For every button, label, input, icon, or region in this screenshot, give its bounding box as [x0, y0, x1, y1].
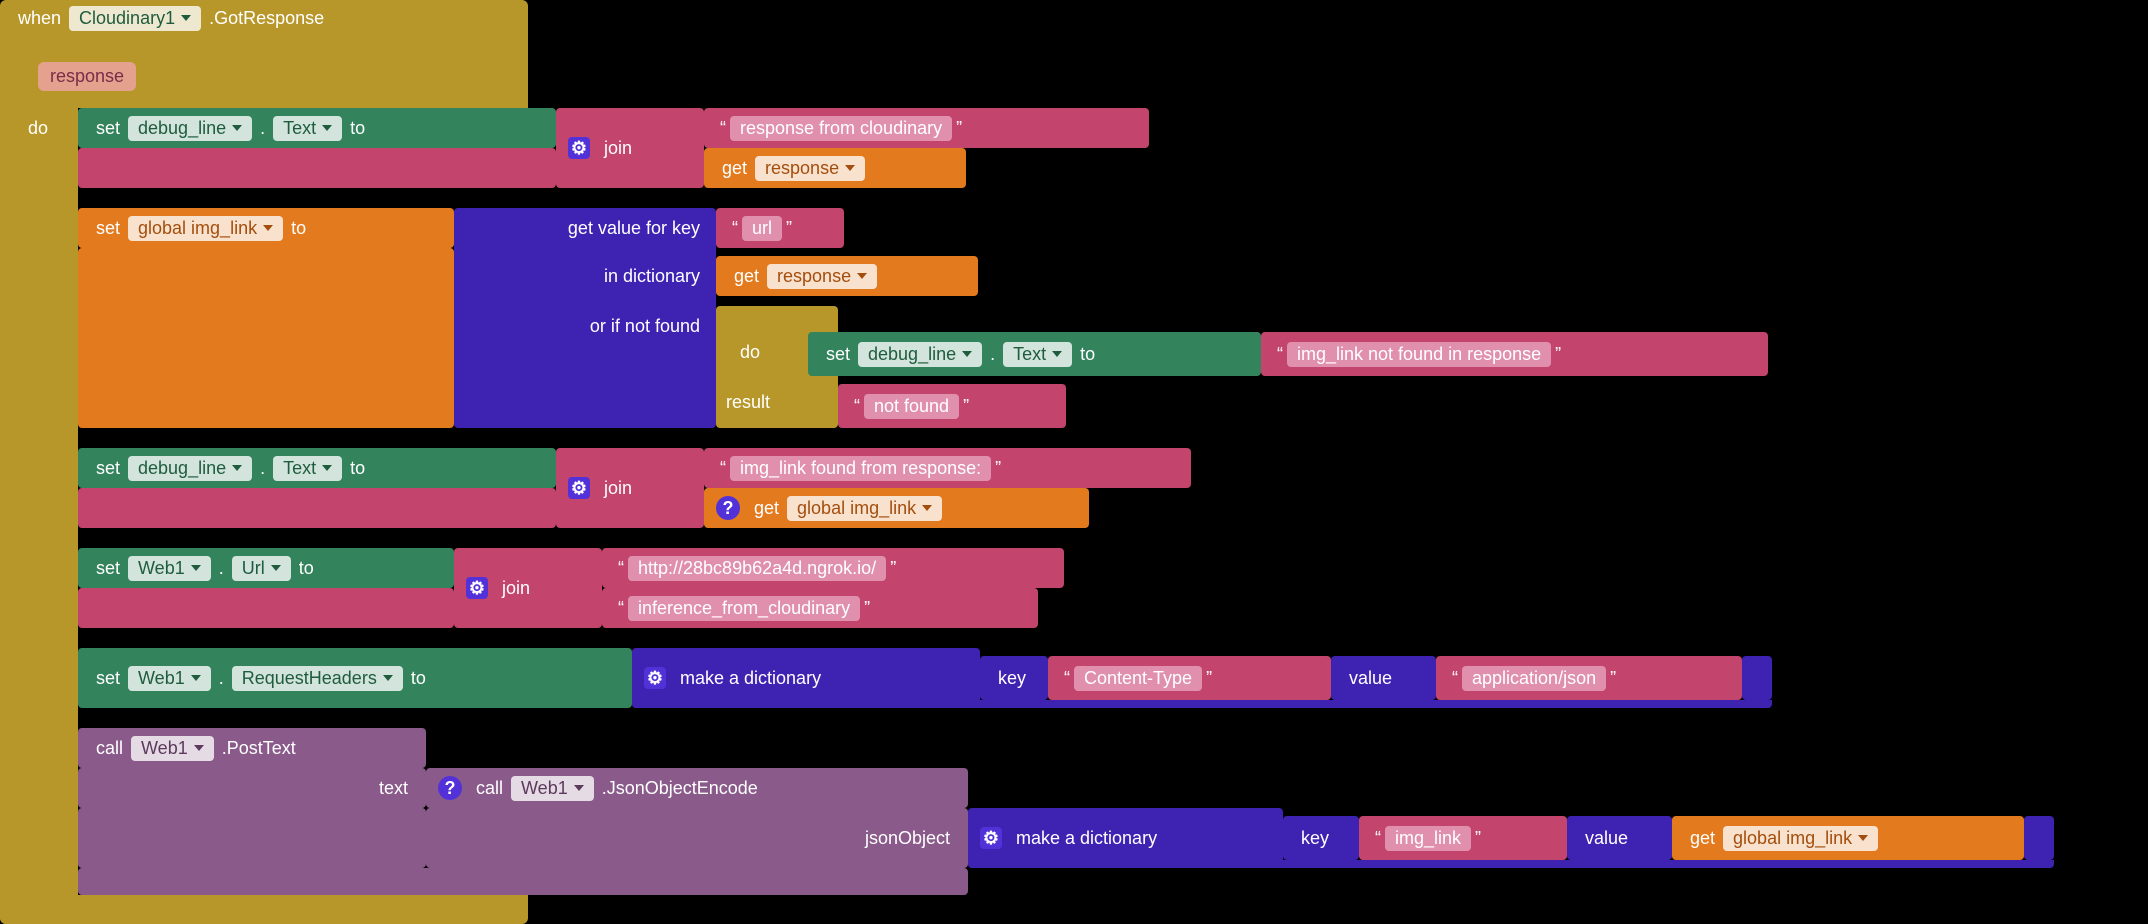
make-dict-1-bottom — [632, 700, 1772, 708]
set-debugline-text-2[interactable]: set debug_line . Text to — [78, 448, 556, 488]
nested-set[interactable]: set debug_line . Text to — [808, 332, 1261, 376]
dict-l3: or if not found — [470, 316, 700, 337]
call-jsonencode[interactable]: ? call Web1 .JsonObjectEncode — [426, 768, 968, 808]
join1-str1: “response from cloudinary” — [704, 108, 1149, 148]
make-dict-2[interactable]: ⚙ make a dictionary — [968, 808, 1283, 868]
when-label: when — [18, 8, 61, 29]
dd-var-response[interactable]: response — [755, 156, 865, 181]
body-val-label: value — [1567, 816, 1672, 860]
nested-result-lit: “not found” — [838, 384, 1066, 428]
join2-str1: “img_link found from response:” — [704, 448, 1191, 488]
body-pair-tail — [2024, 816, 2054, 860]
join2-filler — [78, 488, 556, 528]
call-posttext-argrow: text — [78, 768, 426, 808]
event-suffix: .GotResponse — [209, 8, 324, 29]
set-web1-url[interactable]: set Web1 . Url to — [78, 548, 454, 588]
dict-key-url: “url” — [716, 208, 844, 248]
set-debugline-text-1[interactable]: set debug_line . Text to — [78, 108, 556, 148]
body-key-label: key — [1283, 816, 1359, 860]
orange-body — [78, 248, 454, 428]
gear-icon[interactable]: ⚙ — [980, 827, 1002, 849]
nested-do-label: do — [740, 342, 760, 363]
hdr-val-lit: “application/json” — [1436, 656, 1742, 700]
dict-in-get[interactable]: get response — [716, 256, 978, 296]
join1-filler — [78, 148, 556, 188]
event-component-dd[interactable]: Cloudinary1 — [69, 6, 201, 31]
dict-l1: get value for key — [470, 218, 700, 239]
join-3[interactable]: ⚙ join — [454, 548, 602, 628]
posttext-bottom — [78, 868, 968, 895]
join3-filler — [78, 588, 454, 628]
posttext-fill1 — [78, 808, 426, 868]
gear-icon[interactable]: ⚙ — [644, 667, 666, 689]
help-icon[interactable]: ? — [716, 496, 740, 520]
hdr-val-label: value — [1331, 656, 1436, 700]
help-icon[interactable]: ? — [438, 776, 462, 800]
event-block: when Cloudinary1 .GotResponse — [0, 0, 528, 36]
set-global-imglink[interactable]: set global img_link to — [78, 208, 454, 248]
body-key-lit: “img_link” — [1359, 816, 1567, 860]
nested-result-label: result — [726, 392, 770, 413]
join-2[interactable]: ⚙ join — [556, 448, 704, 528]
gear-icon[interactable]: ⚙ — [568, 477, 590, 499]
join3-str2: “inference_from_cloudinary” — [602, 588, 1038, 628]
join-1[interactable]: ⚙ join — [556, 108, 704, 188]
dd-prop[interactable]: Text — [273, 116, 342, 141]
hdr-pair: key — [980, 656, 1048, 700]
jsonencode-argrow: jsonObject — [426, 808, 968, 868]
join3-str1: “http://28bc89b62a4d.ngrok.io/” — [602, 548, 1064, 588]
dict-l2: in dictionary — [470, 266, 700, 287]
join2-get[interactable]: ? get global img_link — [704, 488, 1089, 528]
event-bottom-cap — [0, 895, 528, 924]
hdr-key-lit: “Content-Type” — [1048, 656, 1331, 700]
gear-icon[interactable]: ⚙ — [466, 577, 488, 599]
do-label: do — [28, 118, 48, 139]
make-dict-1[interactable]: ⚙ make a dictionary — [632, 648, 980, 708]
dd-var-gil[interactable]: global img_link — [128, 216, 283, 241]
gear-icon[interactable]: ⚙ — [568, 137, 590, 159]
call-posttext[interactable]: call Web1 .PostText — [78, 728, 426, 768]
nested-set-msg: “img_link not found in response” — [1261, 332, 1768, 376]
dd-comp[interactable]: debug_line — [128, 116, 252, 141]
set-web1-headers[interactable]: set Web1 . RequestHeaders to — [78, 648, 632, 708]
hdr-pair-tail — [1742, 656, 1772, 700]
join1-get[interactable]: get response — [704, 148, 966, 188]
event-param[interactable]: response — [38, 62, 136, 91]
body-val-get[interactable]: get global img_link — [1672, 816, 2024, 860]
make-dict-2-bottom — [968, 860, 2054, 868]
event-left-rail — [0, 36, 78, 924]
